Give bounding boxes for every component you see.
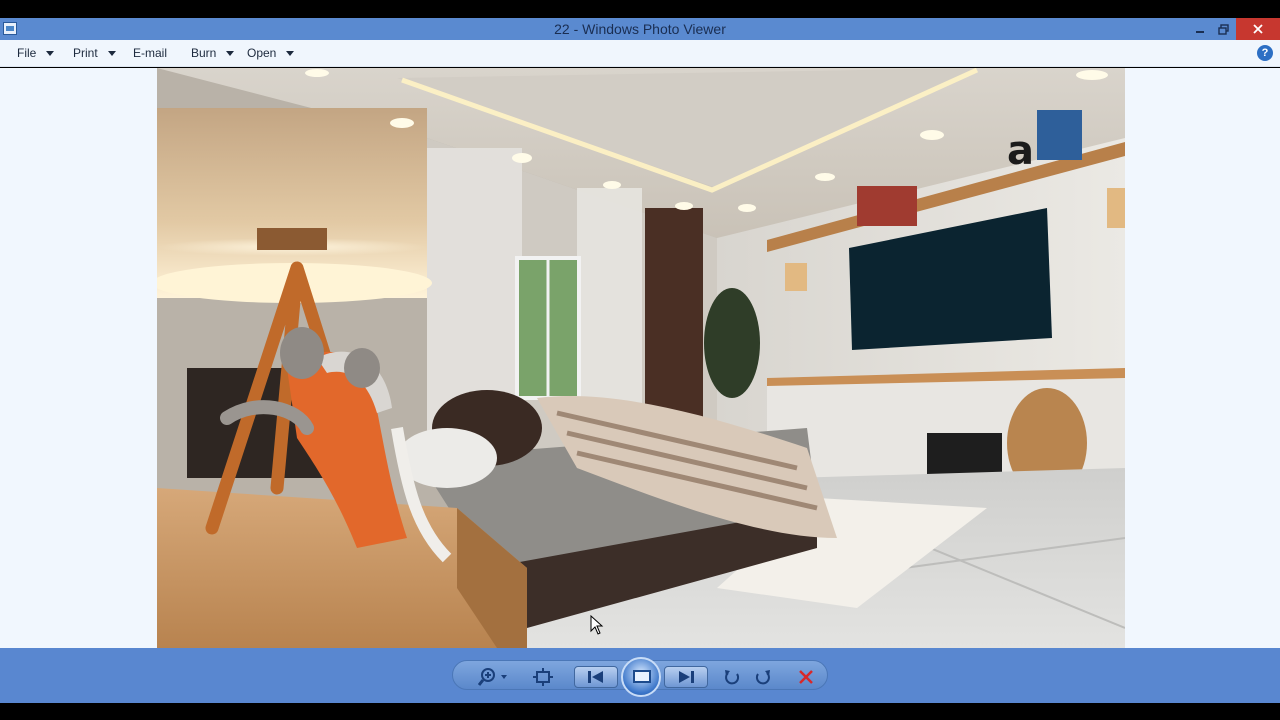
menu-email-label: E-mail	[133, 46, 168, 60]
svg-text:a: a	[1007, 128, 1034, 174]
photo-viewer-window: 22 - Windows Photo Viewer File Print E-m…	[0, 0, 1280, 720]
menu-open[interactable]: Open	[247, 46, 295, 60]
chevron-down-icon	[107, 50, 116, 56]
next-icon	[679, 671, 694, 683]
menu-burn[interactable]: Burn	[191, 46, 235, 60]
zoom-button[interactable]	[476, 663, 510, 691]
window-title: 22 - Windows Photo Viewer	[554, 21, 726, 37]
minimize-icon	[1196, 31, 1204, 33]
menu-burn-label: Burn	[191, 46, 217, 60]
rotate-counterclockwise-icon	[725, 670, 740, 685]
menu-file[interactable]: File	[17, 46, 55, 60]
slideshow-icon	[633, 670, 651, 683]
rotate-counterclockwise-button[interactable]	[720, 663, 744, 691]
previous-icon	[588, 671, 603, 683]
delete-button[interactable]	[794, 663, 818, 691]
restore-icon	[1217, 23, 1229, 35]
top-black-strip	[0, 0, 1280, 18]
help-icon[interactable]: ?	[1257, 45, 1273, 61]
displayed-photo: a	[157, 68, 1125, 648]
rotate-clockwise-icon	[755, 670, 770, 685]
chevron-down-icon	[46, 50, 55, 56]
actual-size-icon	[533, 668, 553, 686]
zoom-icon	[478, 668, 507, 686]
menu-email[interactable]: E-mail	[133, 46, 167, 60]
mouse-cursor-icon	[590, 615, 604, 635]
restore-button[interactable]	[1213, 18, 1233, 40]
title-bar[interactable]: 22 - Windows Photo Viewer	[0, 18, 1280, 40]
menu-bar: File Print E-mail Burn Open	[0, 40, 1280, 67]
rotate-clockwise-button[interactable]	[751, 663, 775, 691]
bottom-black-strip	[0, 703, 1280, 720]
menu-print[interactable]: Print	[73, 46, 116, 60]
bedroom-photo-image: a	[157, 68, 1125, 648]
actual-size-button[interactable]	[530, 663, 556, 691]
menu-file-label: File	[17, 46, 37, 60]
close-button[interactable]	[1236, 18, 1280, 40]
menu-print-label: Print	[73, 46, 98, 60]
minimize-button[interactable]	[1190, 18, 1210, 40]
slideshow-button[interactable]	[621, 657, 661, 697]
chevron-down-icon	[286, 50, 295, 56]
close-icon	[1253, 24, 1263, 34]
chevron-down-icon	[226, 50, 235, 56]
menu-open-label: Open	[247, 46, 277, 60]
delete-icon	[799, 670, 813, 684]
